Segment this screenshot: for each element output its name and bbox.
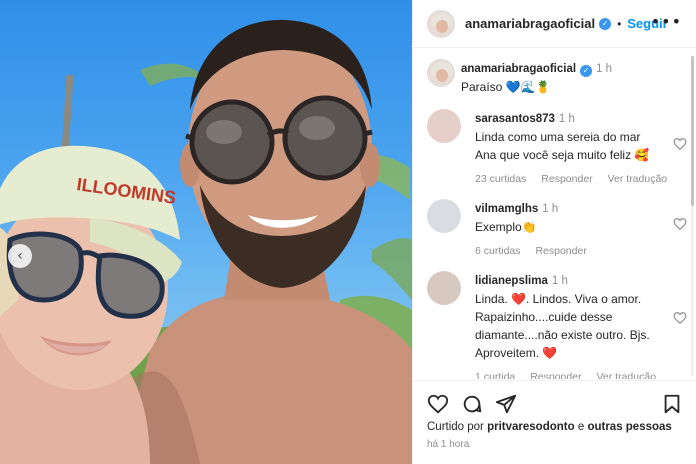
post-timestamp[interactable]: há 1 hora bbox=[427, 439, 469, 450]
liked-prefix: Curtido por bbox=[427, 421, 488, 433]
post-header: anamariabragaoficial ✓ • Seguir ••• bbox=[413, 0, 696, 48]
caption-text: Paraíso 💙🌊🍍 bbox=[461, 80, 551, 94]
comment-text: Exemplo👏 bbox=[475, 220, 537, 234]
comment-avatar[interactable] bbox=[427, 109, 461, 143]
selfie-image: ILLOOMINS bbox=[0, 19, 412, 464]
comment-text: Linda. ❤️. Lindos. Viva o amor. Rapaizin… bbox=[475, 292, 650, 360]
translate-button[interactable]: Ver tradução bbox=[608, 173, 668, 185]
comment-avatar[interactable] bbox=[427, 199, 461, 233]
carousel-prev-button[interactable]: ‹ bbox=[8, 244, 32, 268]
post-side-panel: anamariabragaoficial ✓ • Seguir ••• anam… bbox=[412, 0, 696, 464]
verified-badge-icon: ✓ bbox=[580, 65, 593, 77]
comment-bubble-icon[interactable] bbox=[461, 393, 483, 415]
caption-avatar[interactable] bbox=[427, 59, 455, 87]
translate-button[interactable]: Ver tradução bbox=[597, 371, 657, 379]
comment-time[interactable]: 1 h bbox=[552, 275, 568, 287]
comment-username[interactable]: vilmamglhs bbox=[475, 203, 538, 215]
comment-meta: 23 curtidas Responder Ver tradução bbox=[475, 170, 667, 188]
heart-icon[interactable] bbox=[673, 311, 687, 325]
heart-icon[interactable] bbox=[673, 137, 687, 151]
liked-others-link[interactable]: outras pessoas bbox=[587, 421, 671, 433]
post-photo[interactable]: ILLOOMINS ‹ bbox=[0, 0, 412, 464]
comment-username[interactable]: lidianepslima bbox=[475, 275, 548, 287]
comment-username[interactable]: sarasantos873 bbox=[475, 113, 555, 125]
comment-text: Linda como uma sereia do mar Ana que voc… bbox=[475, 130, 650, 162]
post-actions: Curtido por pritvaresodonto e outras pes… bbox=[413, 380, 696, 464]
comment-avatar[interactable] bbox=[427, 271, 461, 305]
verified-badge-icon: ✓ bbox=[599, 17, 612, 30]
share-send-icon[interactable] bbox=[495, 393, 517, 415]
comment-likes[interactable]: 6 curtidas bbox=[475, 245, 521, 257]
author-avatar[interactable] bbox=[427, 9, 455, 38]
comments-list[interactable]: anamariabragaoficial ✓ 1 h Paraíso 💙🌊🍍 sar… bbox=[413, 49, 696, 379]
comment-likes[interactable]: 23 curtidas bbox=[475, 173, 526, 185]
heart-icon[interactable] bbox=[673, 217, 687, 231]
author-username[interactable]: anamariabragaoficial bbox=[465, 16, 595, 31]
comment-time[interactable]: 1 h bbox=[559, 113, 575, 125]
reply-button[interactable]: Responder bbox=[541, 173, 592, 185]
comment-meta: 6 curtidas Responder bbox=[475, 242, 661, 260]
liked-user-link[interactable]: pritvaresodonto bbox=[487, 421, 575, 433]
liked-suffix: e bbox=[574, 421, 588, 433]
liked-by-text: Curtido por pritvaresodonto e outras pes… bbox=[427, 421, 672, 433]
separator-dot: • bbox=[617, 16, 622, 31]
save-bookmark-icon[interactable] bbox=[661, 393, 683, 415]
comment-time[interactable]: 1 h bbox=[542, 203, 558, 215]
caption-time[interactable]: 1 h bbox=[596, 63, 612, 75]
comments-scrollbar[interactable] bbox=[691, 56, 694, 376]
reply-button[interactable]: Responder bbox=[530, 371, 581, 379]
like-heart-icon[interactable] bbox=[427, 393, 449, 415]
reply-button[interactable]: Responder bbox=[535, 245, 586, 257]
caption-username[interactable]: anamariabragaoficial bbox=[461, 63, 576, 75]
comment-likes[interactable]: 1 curtida bbox=[475, 371, 515, 379]
comment-meta: 1 curtida Responder Ver tradução bbox=[475, 368, 661, 379]
more-options-icon[interactable]: ••• bbox=[651, 14, 682, 30]
